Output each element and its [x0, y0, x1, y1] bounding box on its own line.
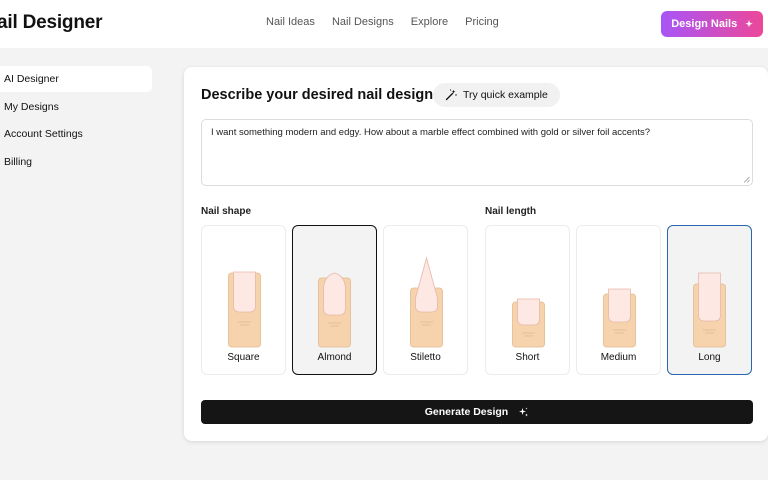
- shape-label-stiletto: Stiletto: [410, 352, 441, 363]
- try-quick-example-button[interactable]: Try quick example: [433, 83, 560, 107]
- sidebar-item-billing[interactable]: Billing: [0, 149, 152, 175]
- shape-label-square: Square: [227, 352, 260, 363]
- sparkle-icon: ✦: [745, 18, 753, 29]
- shape-label-almond: Almond: [317, 352, 352, 363]
- nav-explore[interactable]: Explore: [411, 16, 448, 28]
- nail-length-label: Nail length: [485, 206, 537, 217]
- magic-wand-icon: [445, 89, 457, 101]
- design-prompt-textarea[interactable]: I want something modern and edgy. How ab…: [201, 119, 753, 186]
- nail-shape-label: Nail shape: [201, 206, 252, 217]
- nav-pricing[interactable]: Pricing: [465, 16, 499, 28]
- design-nails-label: Design Nails: [671, 18, 738, 30]
- nav-nail-ideas[interactable]: Nail Ideas: [266, 16, 315, 28]
- length-option-short[interactable]: Short: [485, 225, 570, 375]
- sidebar: AI Designer My Designs Account Settings …: [0, 66, 152, 176]
- design-card: Describe your desired nail design Try qu…: [184, 67, 768, 441]
- length-label-long: Long: [698, 352, 721, 363]
- main-nav: Nail Ideas Nail Designs Explore Pricing: [266, 16, 513, 28]
- design-nails-button[interactable]: Design Nails ✦: [661, 11, 763, 37]
- shape-option-square[interactable]: Square: [201, 225, 286, 375]
- brand-logo[interactable]: ail Designer: [0, 12, 103, 34]
- prompt-text: I want something modern and edgy. How ab…: [211, 127, 650, 138]
- sparkles-icon: [519, 407, 529, 416]
- top-header: ail Designer Nail Ideas Nail Designs Exp…: [0, 0, 768, 48]
- length-label-medium: Medium: [600, 352, 637, 363]
- shape-option-stiletto[interactable]: Stiletto: [383, 225, 468, 375]
- resize-handle-icon[interactable]: [743, 176, 750, 183]
- length-label-short: Short: [515, 352, 540, 363]
- try-quick-example-label: Try quick example: [463, 89, 548, 101]
- sidebar-item-account-settings[interactable]: Account Settings: [0, 121, 152, 147]
- page-title: Describe your desired nail design: [201, 87, 434, 103]
- shape-option-almond[interactable]: Almond: [292, 225, 377, 375]
- generate-design-button[interactable]: Generate Design: [201, 400, 753, 424]
- length-option-long[interactable]: Long: [667, 225, 752, 375]
- generate-design-label: Generate Design: [424, 406, 509, 418]
- sidebar-item-my-designs[interactable]: My Designs: [0, 94, 152, 120]
- sidebar-item-ai-designer[interactable]: AI Designer: [0, 66, 152, 92]
- nav-nail-designs[interactable]: Nail Designs: [332, 16, 394, 28]
- length-option-medium[interactable]: Medium: [576, 225, 661, 375]
